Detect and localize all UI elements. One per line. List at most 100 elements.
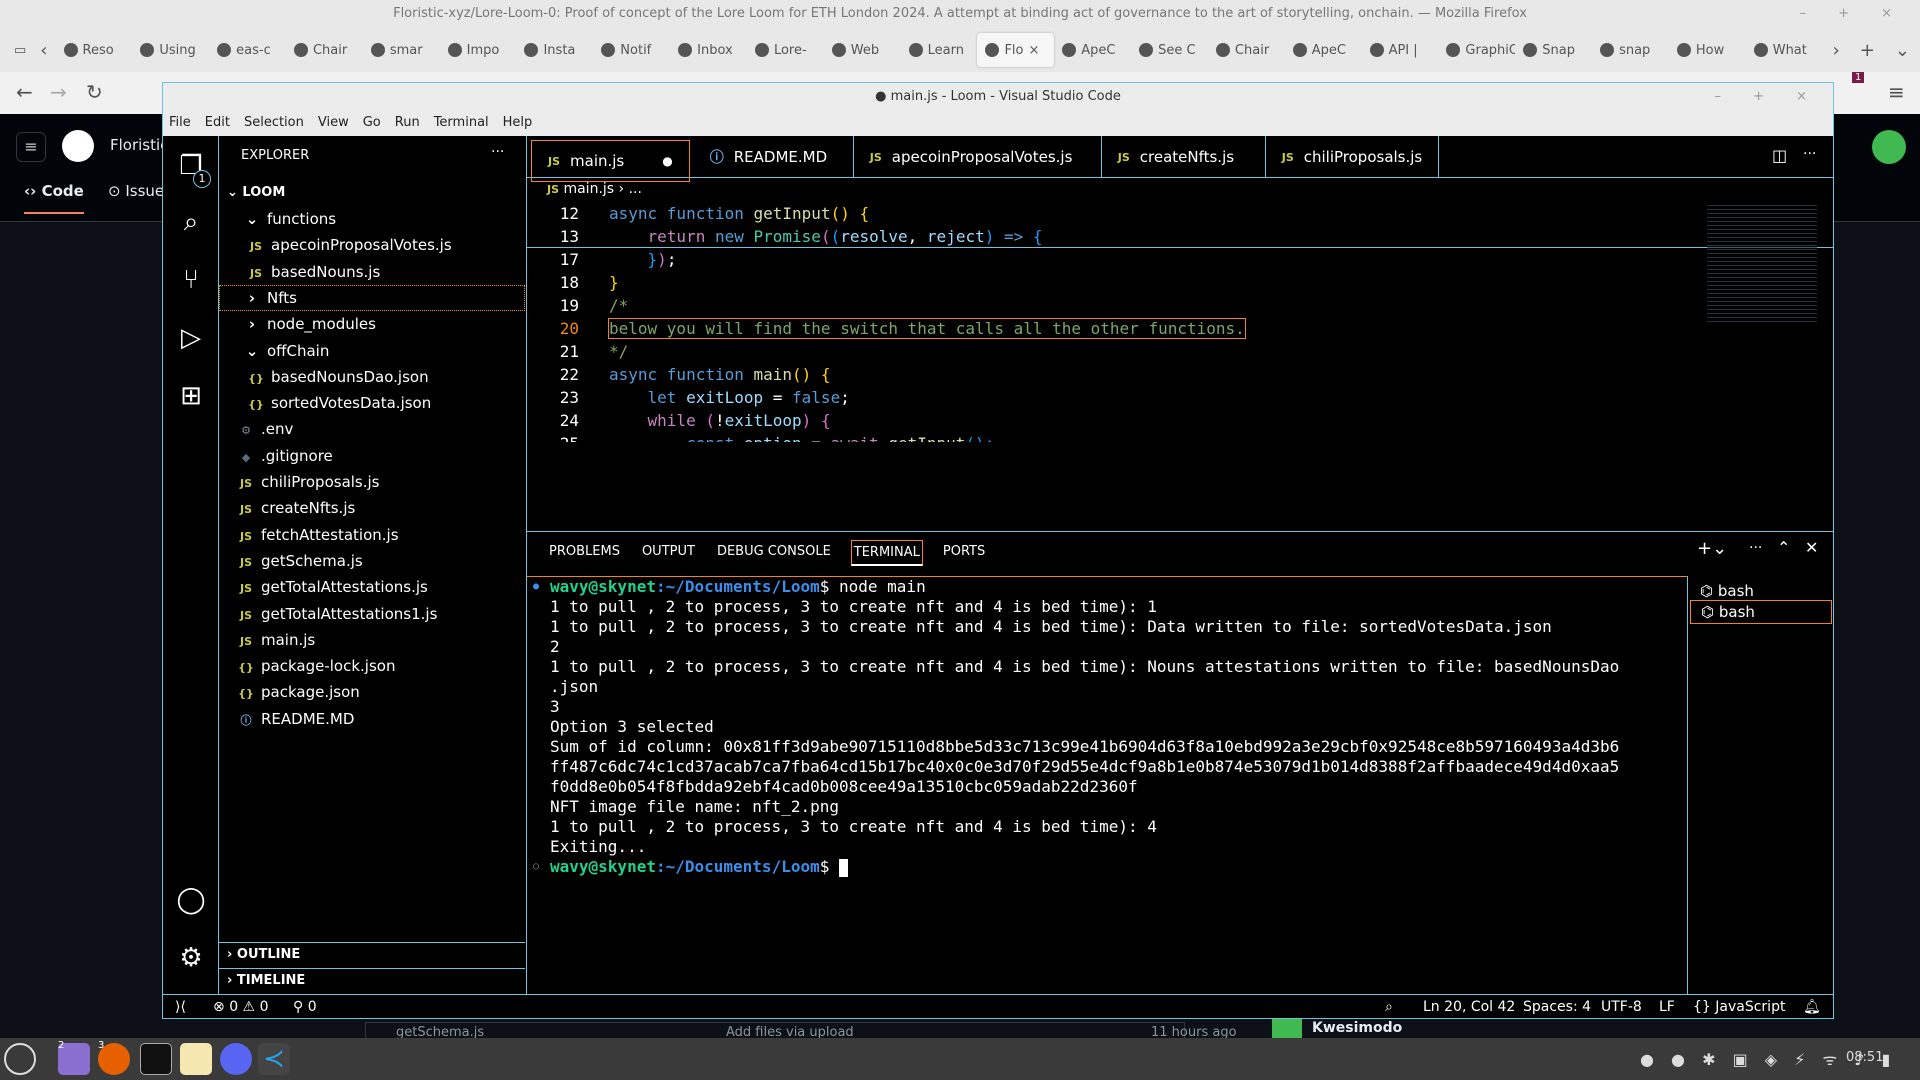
timeline-section[interactable]: › TIMELINE <box>219 968 525 994</box>
minimap[interactable] <box>1707 202 1817 322</box>
command-success-dot-icon[interactable]: ● <box>533 577 539 597</box>
browser-tab[interactable]: eas-c <box>209 33 286 67</box>
code-line[interactable]: 23 let exitLoop = false; <box>527 386 1677 409</box>
browser-tab[interactable]: Flo × <box>977 33 1055 67</box>
vscode-icon[interactable]: ≺ <box>258 1043 290 1075</box>
run-debug-icon[interactable]: ▷ <box>175 322 207 354</box>
menu-icon[interactable]: ≡ <box>1888 80 1905 104</box>
tree-item[interactable]: JS getTotalAttestations1.js <box>219 601 525 627</box>
tree-item[interactable]: JS basedNouns.js <box>219 259 525 285</box>
close-panel-icon[interactable]: ✕ <box>1805 538 1818 557</box>
code-line[interactable]: 18} <box>527 271 1677 294</box>
tab-list-icon[interactable]: ⌄ <box>1895 40 1910 61</box>
tree-item[interactable]: ⓘ README.MD <box>219 706 525 732</box>
tree-item[interactable]: › Nfts <box>219 284 525 311</box>
tab-debug-console[interactable]: DEBUG CONSOLE <box>715 540 833 566</box>
code-line[interactable]: 20 below you will find the switch that ca… <box>527 317 1677 340</box>
tree-item[interactable]: {} basedNounsDao.json <box>219 364 525 390</box>
tree-root[interactable]: ⌄ LOOM <box>219 180 525 206</box>
menu-go[interactable]: Go <box>363 110 381 136</box>
tab-readme-md[interactable]: ⓘ README.MD <box>694 136 854 178</box>
browser-tab[interactable]: What <box>1746 33 1823 67</box>
tab-createnfts-js[interactable]: JS createNfts.js <box>1102 136 1266 178</box>
menu-run[interactable]: Run <box>395 110 420 136</box>
outline-section[interactable]: › OUTLINE <box>219 942 525 968</box>
more-icon[interactable]: ··· <box>1803 146 1816 162</box>
browser-tab[interactable]: snap <box>1592 33 1669 67</box>
browser-tab[interactable]: Chair <box>1208 33 1285 67</box>
code-line[interactable]: 22 async function main() { <box>527 363 1677 386</box>
ports-status[interactable]: ⚲ 0 <box>293 995 317 1019</box>
browser-tab[interactable]: Snap <box>1515 33 1592 67</box>
forward-icon[interactable]: → <box>50 80 67 104</box>
zoom-icon[interactable]: ⌕ <box>1385 995 1393 1019</box>
github-logo-icon[interactable] <box>62 130 94 162</box>
new-terminal-icon[interactable]: +⌄ <box>1697 538 1727 559</box>
close-tab-icon[interactable]: × <box>1028 43 1039 58</box>
code-line[interactable]: 25 const option = await getInput(); <box>527 432 1677 442</box>
breadcrumb-file[interactable]: main.js <box>563 181 614 197</box>
tree-item[interactable]: JS getTotalAttestations.js <box>219 574 525 600</box>
tree-item[interactable]: › node_modules <box>219 311 525 337</box>
tree-item[interactable]: {} package-lock.json <box>219 653 525 679</box>
scroll-tabs-right-icon[interactable]: › <box>1833 40 1840 61</box>
extensions-icon[interactable]: ⊞ <box>175 380 207 412</box>
tab-issues[interactable]: ⊙ Issue <box>108 182 164 200</box>
browser-tab[interactable]: ApeC <box>1054 33 1131 67</box>
hamburger-icon[interactable]: ≡ <box>16 132 46 162</box>
browser-tab[interactable]: How <box>1669 33 1746 67</box>
browser-tab[interactable]: Inbox <box>670 33 747 67</box>
unsaved-dot-icon[interactable]: ● <box>662 154 672 168</box>
browser-tab[interactable]: Reso <box>56 33 133 67</box>
user-name[interactable]: Kwesimodo <box>1312 1020 1402 1036</box>
back-icon[interactable]: ← <box>16 80 33 104</box>
text-editor-icon[interactable] <box>180 1043 212 1075</box>
tree-item[interactable]: JS createNfts.js <box>219 495 525 521</box>
tab-output[interactable]: OUTPUT <box>640 540 697 566</box>
code-line[interactable]: 17 }); <box>527 248 1677 271</box>
tree-item[interactable]: {} package.json <box>219 679 525 705</box>
clock[interactable]: 08:51 <box>1846 1050 1883 1065</box>
tree-item[interactable]: JS getSchema.js <box>219 548 525 574</box>
window-controls[interactable]: – + × <box>1799 0 1906 28</box>
terminal-session[interactable]: ⌬ bash <box>1700 582 1754 600</box>
code-line[interactable]: 13 return new Promise((resolve, reject) … <box>527 225 1677 248</box>
tree-item[interactable]: ⚙ .env <box>219 416 525 442</box>
browser-tab[interactable]: smar <box>363 33 440 67</box>
browser-tab[interactable]: Lore- <box>747 33 824 67</box>
cursor-position[interactable]: Ln 20, Col 42 <box>1423 995 1515 1019</box>
breadcrumb-symbol[interactable]: ... <box>629 181 642 197</box>
tab-terminal[interactable]: TERMINAL <box>850 540 923 566</box>
browser-tab[interactable]: Chair <box>286 33 363 67</box>
menu-edit[interactable]: Edit <box>205 110 230 136</box>
code-line[interactable]: 24 while (!exitLoop) { <box>527 409 1677 432</box>
maximize-panel-icon[interactable]: ⌃ <box>1777 538 1790 557</box>
menu-selection[interactable]: Selection <box>244 110 304 136</box>
tab-chiliproposals-js[interactable]: JS chiliProposals.js <box>1266 136 1440 178</box>
account-icon[interactable]: ◯ <box>175 884 207 916</box>
source-control-icon[interactable]: ⑂ <box>175 264 207 296</box>
bell-icon[interactable]: 🔔︎ <box>1803 995 1821 1019</box>
browser-tab[interactable]: API | <box>1362 33 1439 67</box>
menu-file[interactable]: File <box>169 110 191 136</box>
menu-view[interactable]: View <box>318 110 349 136</box>
breadcrumb[interactable]: JS main.js › ... <box>547 181 642 197</box>
browser-tab[interactable]: Notif <box>593 33 670 67</box>
tree-item[interactable]: JS chiliProposals.js <box>219 469 525 495</box>
browser-tab[interactable]: Using <box>132 33 209 67</box>
terminal-icon[interactable] <box>140 1043 172 1075</box>
menu-help[interactable]: Help <box>503 110 533 136</box>
scroll-tabs-left-icon[interactable]: ‹ <box>40 40 47 61</box>
tree-item[interactable]: ⌄ functions <box>219 206 525 232</box>
tab-code[interactable]: ‹› Code <box>24 182 84 214</box>
code-line[interactable]: 19 /* <box>527 294 1677 317</box>
problems-status[interactable]: ⊗ 0 ⚠ 0 <box>213 995 268 1019</box>
tree-item[interactable]: ⌄ offChain <box>219 338 525 364</box>
language-mode[interactable]: {} JavaScript <box>1693 995 1785 1019</box>
browser-tab[interactable]: Impo <box>440 33 517 67</box>
code-line[interactable]: 21 */ <box>527 340 1677 363</box>
encoding[interactable]: UTF-8 <box>1601 995 1642 1019</box>
browser-tab[interactable]: ApeC <box>1285 33 1362 67</box>
line-ending[interactable]: LF <box>1659 995 1675 1019</box>
settings-gear-icon[interactable]: ⚙ <box>175 942 207 974</box>
